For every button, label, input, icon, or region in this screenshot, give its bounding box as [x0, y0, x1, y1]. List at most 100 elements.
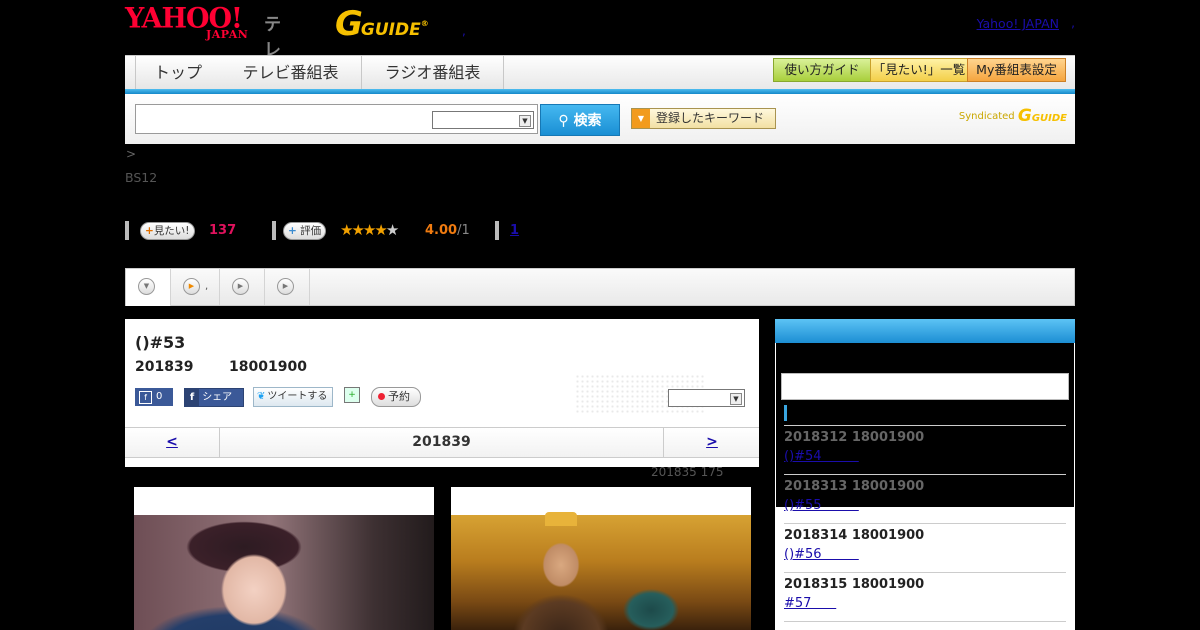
review-count-link[interactable]: 1: [510, 223, 519, 238]
upcoming-episode-link[interactable]: ()#54: [784, 449, 859, 464]
tab-related[interactable]: ▶: [265, 269, 310, 305]
facebook-like-count: 0: [156, 391, 163, 402]
chevron-down-icon: ▼: [730, 393, 742, 405]
program-title: ()#53: [135, 333, 186, 352]
program-detail-panel: ()#53 201839 18001900 f0 f シェア ❦ ツイートする +…: [125, 319, 759, 467]
search-category-select[interactable]: ▼: [432, 111, 534, 129]
search-button[interactable]: ⚲ 検索: [540, 104, 620, 136]
update-info: 201835 175: [651, 465, 724, 479]
divider: [784, 572, 1066, 573]
facebook-icon: f: [185, 389, 199, 406]
previous-day-link[interactable]: <: [125, 428, 220, 457]
reserve-label: 予約: [388, 390, 410, 403]
breadcrumb[interactable]: >: [126, 147, 136, 161]
view-tabs: ▼ ▶, ▶ ▶: [125, 268, 1075, 306]
want-to-watch-button[interactable]: +見たい!: [140, 222, 195, 240]
main-nav: トップ テレビ番組表 ラジオ番組表 使い方ガイド 「見たい!」一覧 My番組表設…: [125, 55, 1075, 90]
registered-keywords-button[interactable]: ▼ 登録したキーワード: [631, 108, 776, 129]
gguide-logo: GGUIDE®: [335, 4, 429, 44]
header-tail: ,: [1071, 16, 1075, 30]
sidebar-input[interactable]: [781, 373, 1069, 400]
tab-overview[interactable]: ▼: [126, 269, 171, 306]
star-filled-icon: ★: [362, 221, 377, 239]
score-count: /1: [457, 223, 470, 238]
recorder-select[interactable]: ▼: [668, 389, 745, 407]
sidebar-header: [775, 319, 1075, 343]
chevron-down-icon: ▼: [519, 115, 531, 127]
facebook-share-button[interactable]: f シェア: [184, 388, 244, 407]
page: YAHOO! JAPAN テレビ GGUIDE® , Yahoo! JAPAN …: [125, 0, 1075, 630]
program-stats: +見たい! 137 + 評価 ★★★★★ 4.00/1 1: [125, 221, 645, 241]
day-navigation: < 201839 >: [125, 427, 759, 458]
current-day: 201839: [412, 434, 471, 450]
search-button-label: 検索: [573, 113, 602, 129]
add-to-calendar-icon[interactable]: +: [344, 387, 360, 403]
upcoming-datetime: 2018312 18001900: [784, 430, 925, 445]
facebook-share-label: シェア: [202, 392, 233, 403]
search-area: ▼ ⚲ 検索 ▼ 登録したキーワード Syndicated GGUIDE: [125, 94, 1075, 144]
yahoo-japan-link[interactable]: Yahoo! JAPAN: [977, 16, 1059, 31]
star-empty-icon: ★: [385, 221, 400, 239]
want-label: 見たい!: [153, 225, 190, 237]
rate-label: 評価: [300, 225, 322, 237]
tab-top[interactable]: トップ: [135, 56, 221, 89]
upcoming-datetime: 2018315 18001900: [784, 577, 925, 592]
play-circle-icon: ▶: [232, 278, 249, 295]
upcoming-datetime: 2018314 18001900: [784, 528, 925, 543]
tab-label: ,: [205, 281, 209, 292]
divider: [784, 621, 1066, 622]
rate-button[interactable]: + 評価: [283, 222, 327, 240]
score-value: 4.00: [425, 223, 458, 238]
rating-stars: ★★★★★: [340, 221, 400, 239]
facebook-like-button[interactable]: f0: [135, 388, 173, 406]
star-filled-icon: ★: [374, 221, 388, 239]
next-day-link[interactable]: >: [663, 428, 760, 457]
triangle-down-icon: ▼: [632, 109, 650, 128]
facebook-icon: f: [139, 391, 152, 404]
reserve-button[interactable]: 予約: [371, 387, 421, 407]
upcoming-episode-link[interactable]: ()#55: [784, 498, 859, 513]
rating-score: 4.00/1: [425, 223, 470, 238]
divider: [784, 523, 1066, 524]
tweet-button[interactable]: ❦ ツイートする: [253, 387, 333, 407]
tab-tv-listings[interactable]: テレビ番組表: [220, 56, 362, 89]
scene-image: [451, 515, 751, 630]
twitter-bird-icon: ❦: [257, 391, 266, 402]
play-circle-icon: ▶: [277, 278, 294, 295]
divider: [272, 221, 276, 240]
tab-cast[interactable]: ▶,: [171, 269, 220, 305]
want-list-button[interactable]: 「見たい!」一覧: [870, 58, 968, 82]
tab-reviews[interactable]: ▶: [220, 269, 265, 305]
tweet-label: ツイートする: [267, 391, 328, 402]
my-listings-settings-button[interactable]: My番組表設定: [967, 58, 1066, 82]
scene-image: [134, 515, 434, 630]
upcoming-datetime: 2018313 18001900: [784, 479, 925, 494]
chevron-down-circle-icon: ▼: [138, 278, 155, 295]
search-icon: ⚲: [558, 113, 569, 129]
program-time: 18001900: [229, 359, 307, 375]
divider: [784, 425, 1066, 426]
syndicated-gguide-logo: Syndicated GGUIDE: [959, 106, 1067, 126]
upcoming-episode-link[interactable]: ()#56: [784, 547, 859, 562]
play-circle-icon: ▶: [183, 278, 200, 295]
program-photo-2[interactable]: [451, 487, 751, 630]
crown-shape: [545, 512, 577, 526]
plus-icon: +: [288, 225, 297, 237]
tab-radio-listings[interactable]: ラジオ番組表: [362, 56, 504, 89]
upcoming-episode-link[interactable]: #57: [784, 596, 836, 611]
gguide-mini-logo: GGUIDE: [1017, 106, 1067, 126]
program-photo-1[interactable]: [134, 487, 434, 630]
divider: [125, 221, 129, 240]
sidebar-section-marker: [784, 405, 787, 421]
header-separator: ,: [462, 24, 466, 38]
want-count: 137: [209, 223, 237, 238]
registered-keywords-label: 登録したキーワード: [656, 111, 765, 125]
record-dot-icon: [378, 393, 385, 400]
syndicated-text: Syndicated: [958, 111, 1015, 122]
usage-guide-button[interactable]: 使い方ガイド: [773, 58, 871, 82]
program-date: 201839: [135, 359, 194, 375]
divider: [495, 221, 499, 240]
star-filled-icon: ★: [340, 221, 354, 239]
japan-logo-text: JAPAN: [206, 28, 249, 41]
divider: [784, 474, 1066, 475]
